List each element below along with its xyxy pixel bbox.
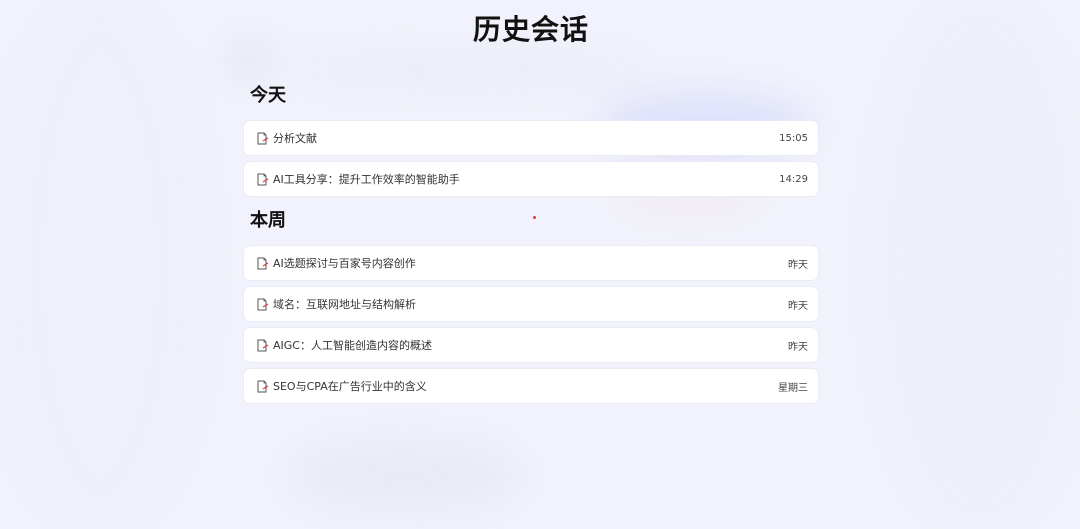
background-blur-line: [290, 60, 650, 80]
document-edit-icon: [256, 339, 269, 352]
history-item[interactable]: 域名：互联网地址与结构解析 昨天: [244, 287, 818, 321]
history-item[interactable]: 分析文献 15:05: [244, 121, 818, 155]
section-title-today: 今天: [250, 85, 286, 106]
page-title: 历史会话: [472, 13, 589, 46]
history-item[interactable]: SEO与CPA在广告行业中的含义 星期三: [244, 369, 818, 403]
section-title-week: 本周: [250, 210, 286, 231]
document-edit-icon: [256, 132, 269, 145]
history-item[interactable]: AI选题探讨与百家号内容创作 昨天: [244, 246, 818, 280]
background-blur-bottom: [290, 440, 520, 510]
document-edit-icon: [256, 173, 269, 186]
history-item-time: 昨天: [788, 300, 808, 312]
cursor-dot: [533, 216, 536, 219]
history-item-title: AI工具分享：提升工作效率的智能助手: [273, 173, 460, 186]
history-list-week: AI选题探讨与百家号内容创作 昨天 域名：互联网地址与结构解析 昨天 AIGC：…: [244, 246, 818, 410]
history-item-title: SEO与CPA在广告行业中的含义: [273, 380, 427, 393]
history-item-title: 分析文献: [273, 132, 317, 145]
history-item-time: 昨天: [788, 341, 808, 353]
history-item-time: 15:05: [779, 132, 808, 144]
history-list-today: 分析文献 15:05 AI工具分享：提升工作效率的智能助手 14:29: [244, 121, 818, 203]
history-item[interactable]: AI工具分享：提升工作效率的智能助手 14:29: [244, 162, 818, 196]
history-item[interactable]: AIGC：人工智能创造内容的概述 昨天: [244, 328, 818, 362]
history-item-title: AIGC：人工智能创造内容的概述: [273, 339, 432, 352]
background-blur-right: [880, 0, 1080, 529]
history-item-time: 14:29: [779, 173, 808, 185]
history-item-time: 星期三: [778, 382, 808, 394]
document-edit-icon: [256, 380, 269, 393]
background-blur-left: [0, 0, 200, 529]
document-edit-icon: [256, 298, 269, 311]
history-item-title: AI选题探讨与百家号内容创作: [273, 257, 416, 270]
history-item-title: 域名：互联网地址与结构解析: [273, 298, 416, 311]
history-item-time: 昨天: [788, 259, 808, 271]
document-edit-icon: [256, 257, 269, 270]
